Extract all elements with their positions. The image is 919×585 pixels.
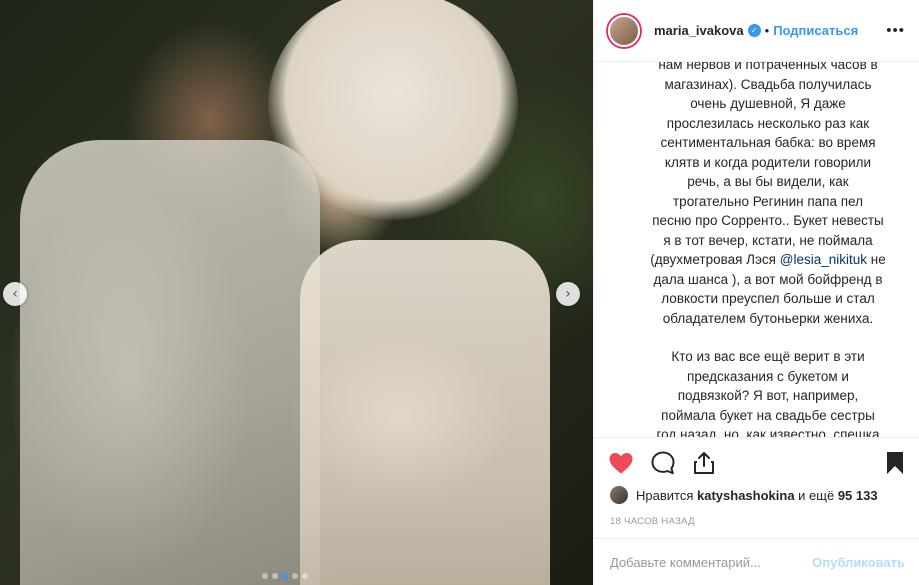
post-side-panel: maria_ivakova ✓ • Подписаться ••• нам не… <box>593 0 919 585</box>
like-button[interactable] <box>608 451 634 475</box>
post-actions <box>594 439 919 487</box>
post-photo[interactable]: ‹ › <box>0 0 593 585</box>
carousel-next-button[interactable]: › <box>556 282 580 306</box>
liker-avatar[interactable] <box>610 486 628 504</box>
comment-input[interactable] <box>608 553 813 571</box>
liker-username[interactable]: katyshashokina <box>697 488 795 503</box>
comment-icon <box>651 451 675 475</box>
mention-link[interactable]: @lesia_nikituk <box>780 252 867 267</box>
carousel-indicator <box>262 573 308 579</box>
chevron-left-icon: ‹ <box>12 286 18 302</box>
author-username[interactable]: maria_ivakova <box>654 23 744 38</box>
caption-text: нам нервов и потраченных часов в магазин… <box>650 62 884 267</box>
comment-bar: Опубликовать <box>594 538 919 585</box>
post-timestamp[interactable]: 18 ЧАСОВ НАЗАД <box>610 516 695 527</box>
caption-paragraph-1: нам нервов и потраченных часов в магазин… <box>632 62 904 328</box>
caption-paragraph-2: Кто из вас все ещё верит в эти предсказа… <box>656 349 880 438</box>
likes-count[interactable]: 95 133 <box>838 488 878 503</box>
likes-conj: и ещё <box>798 487 835 503</box>
more-options-icon[interactable]: ••• <box>886 22 905 39</box>
heart-icon <box>609 453 633 474</box>
photo-hat <box>268 0 518 220</box>
carousel-prev-button[interactable]: ‹ <box>3 282 27 306</box>
post-header: maria_ivakova ✓ • Подписаться ••• <box>594 0 919 62</box>
publish-button[interactable]: Опубликовать <box>812 555 905 570</box>
carousel-dot <box>262 573 268 579</box>
verified-badge-icon: ✓ <box>747 24 761 37</box>
save-button[interactable] <box>885 450 905 476</box>
post-caption: нам нервов и потраченных часов в магазин… <box>594 62 919 438</box>
author-avatar[interactable] <box>608 14 640 47</box>
comment-button[interactable] <box>650 450 676 476</box>
photo-figure-man <box>20 140 320 585</box>
carousel-dot <box>282 573 288 579</box>
bookmark-icon <box>887 452 903 474</box>
header-separator: • <box>764 23 770 38</box>
carousel-dot <box>272 573 278 579</box>
share-button[interactable] <box>692 450 716 476</box>
chevron-right-icon: › <box>565 286 571 302</box>
likes-summary: Нравится katyshashokina и ещё 95 133 <box>610 486 878 504</box>
carousel-dot <box>292 573 298 579</box>
carousel-dot <box>302 573 308 579</box>
photo-figure-woman <box>300 240 550 585</box>
share-icon <box>694 452 714 474</box>
likes-prefix: Нравится <box>636 487 694 503</box>
follow-button[interactable]: Подписаться <box>773 23 858 38</box>
